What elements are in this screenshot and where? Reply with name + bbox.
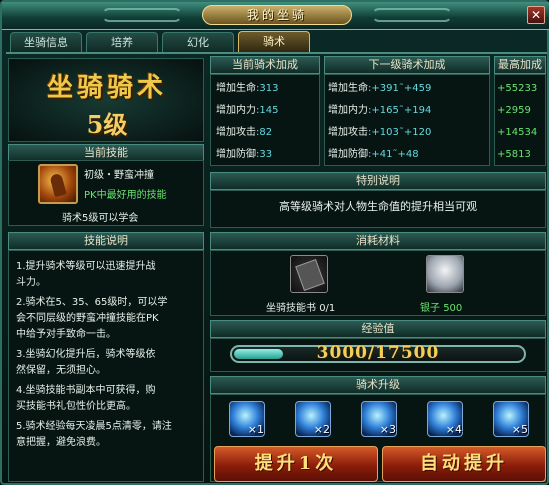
- desc-line: 3.坐骑幻化提升后，骑术等级依: [16, 349, 156, 360]
- exp-header: 经验值: [210, 320, 546, 338]
- stat-label: 增加防御: [328, 149, 368, 160]
- silver-ingot-icon[interactable]: [426, 255, 464, 293]
- title-bar[interactable]: 我的坐骑 ✕: [2, 2, 549, 30]
- banner-level: 5级: [86, 110, 128, 139]
- skill-book-icon[interactable]: [290, 255, 328, 293]
- stat-label: 增加内力: [328, 105, 368, 116]
- tab-mount-info[interactable]: 坐骑信息: [10, 32, 82, 52]
- next-bonus-row: 增加防御:+41˜+48: [328, 148, 419, 162]
- material-name: 坐骑技能书: [266, 303, 316, 314]
- stat-value: :313: [256, 83, 279, 94]
- stat-value: :+391˜+459: [368, 83, 432, 94]
- material-silver-label: 银子 500: [420, 299, 462, 314]
- orb-count: ×5: [511, 423, 528, 436]
- orb-count: ×3: [379, 423, 396, 436]
- stat-label: 增加生命: [216, 83, 256, 94]
- next-bonus-header: 下一级骑术加成: [324, 56, 490, 74]
- desc-line: 4.坐骑技能书副本中可获得，购: [16, 385, 156, 396]
- desc-line: 买技能书礼包性价比更高。: [16, 401, 136, 412]
- desc-line: 斗力。: [16, 277, 46, 288]
- tab-transform[interactable]: 幻化: [162, 32, 234, 52]
- materials-panel: [210, 250, 546, 316]
- mount-window: 我的坐骑 ✕ 坐骑信息 培养 幻化 骑术 坐骑骑术 5级 当前技能 初级・野蛮冲…: [0, 0, 549, 485]
- skill-tagline: PK中最好用的技能: [84, 190, 167, 201]
- exp-value-text: 3000/17500: [316, 343, 440, 363]
- skill-desc-header: 技能说明: [8, 232, 204, 250]
- max-bonus-value: +2959: [497, 105, 531, 116]
- ornament-right-icon: [372, 8, 452, 22]
- stat-label: 增加防御: [216, 149, 256, 160]
- material-count: 500: [443, 303, 463, 314]
- skill-unlock-text: 骑术5级可以学会: [62, 213, 139, 224]
- stat-value: :82: [256, 127, 273, 138]
- materials-header: 消耗材料: [210, 232, 546, 250]
- stat-label: 增加内力: [216, 105, 256, 116]
- max-bonus-value: +14534: [497, 127, 538, 138]
- tab-train[interactable]: 培养: [86, 32, 158, 52]
- stat-value: :+103˜+120: [368, 127, 432, 138]
- auto-upgrade-button[interactable]: 自动提升: [382, 446, 546, 482]
- tab-divider: [6, 52, 547, 54]
- current-bonus-header: 当前骑术加成: [210, 56, 320, 74]
- desc-line: 5.骑术经验每天凌晨5点清零，请注: [16, 421, 172, 432]
- stat-label: 增加攻击: [216, 127, 256, 138]
- current-bonus-row: 增加防御:33: [216, 148, 272, 162]
- upgrade-once-button[interactable]: 提升1次: [214, 446, 378, 482]
- riding-skill-banner: 坐骑骑术 5级: [8, 58, 204, 142]
- max-bonus-value: +5813: [497, 149, 531, 160]
- current-bonus-row: 增加内力:145: [216, 104, 278, 118]
- next-bonus-row: 增加内力:+165˜+194: [328, 104, 431, 118]
- stat-label: 增加攻击: [328, 127, 368, 138]
- skill-name: 初级・野蛮冲撞: [84, 170, 154, 181]
- ornament-left-icon: [102, 8, 182, 22]
- stat-value: :+165˜+194: [368, 105, 432, 116]
- close-button[interactable]: ✕: [527, 6, 545, 24]
- stat-label: 增加生命: [328, 83, 368, 94]
- banner-title: 坐骑骑术: [46, 73, 167, 103]
- desc-line: 2.骑术在5、35、65级时，可以学: [16, 297, 168, 308]
- orb-count: ×4: [445, 423, 462, 436]
- stat-value: :33: [256, 149, 273, 160]
- desc-line: 然保留，无须担心。: [16, 365, 106, 376]
- blue-orb-icon[interactable]: ×4: [427, 401, 463, 437]
- material-count: 0/1: [319, 303, 336, 314]
- max-bonus-header: 最高加成: [494, 56, 546, 74]
- stat-value: :+41˜+48: [368, 149, 419, 160]
- current-bonus-row: 增加生命:313: [216, 82, 278, 96]
- material-book-label: 坐骑技能书 0/1: [266, 299, 335, 314]
- max-bonus-value: +55233: [497, 83, 538, 94]
- next-bonus-row: 增加攻击:+103˜+120: [328, 126, 431, 140]
- blue-orb-icon[interactable]: ×2: [295, 401, 331, 437]
- window-title: 我的坐骑: [202, 5, 352, 25]
- blue-orb-icon[interactable]: ×3: [361, 401, 397, 437]
- blue-orb-icon[interactable]: ×1: [229, 401, 265, 437]
- special-note-header: 特别说明: [210, 172, 546, 190]
- orb-count: ×1: [247, 423, 264, 436]
- tab-riding-skill[interactable]: 骑术: [238, 31, 310, 53]
- special-note-text: 高等级骑术对人物生命值的提升相当可观: [279, 200, 477, 213]
- orb-count: ×2: [313, 423, 330, 436]
- barbarian-charge-icon[interactable]: [38, 164, 78, 204]
- desc-line: 1.提升骑术等级可以迅速提升战: [16, 261, 156, 272]
- stat-value: :145: [256, 105, 279, 116]
- desc-line: 中给予对手致命一击。: [16, 329, 116, 340]
- next-bonus-row: 增加生命:+391˜+459: [328, 82, 431, 96]
- blue-orb-icon[interactable]: ×5: [493, 401, 529, 437]
- desc-line: 意把握，避免浪费。: [16, 437, 106, 448]
- current-bonus-row: 增加攻击:82: [216, 126, 272, 140]
- material-name: 银子: [420, 303, 440, 314]
- desc-line: 会不同层级的野蛮冲撞技能在PK: [16, 313, 159, 324]
- upgrade-header: 骑术升级: [210, 376, 546, 394]
